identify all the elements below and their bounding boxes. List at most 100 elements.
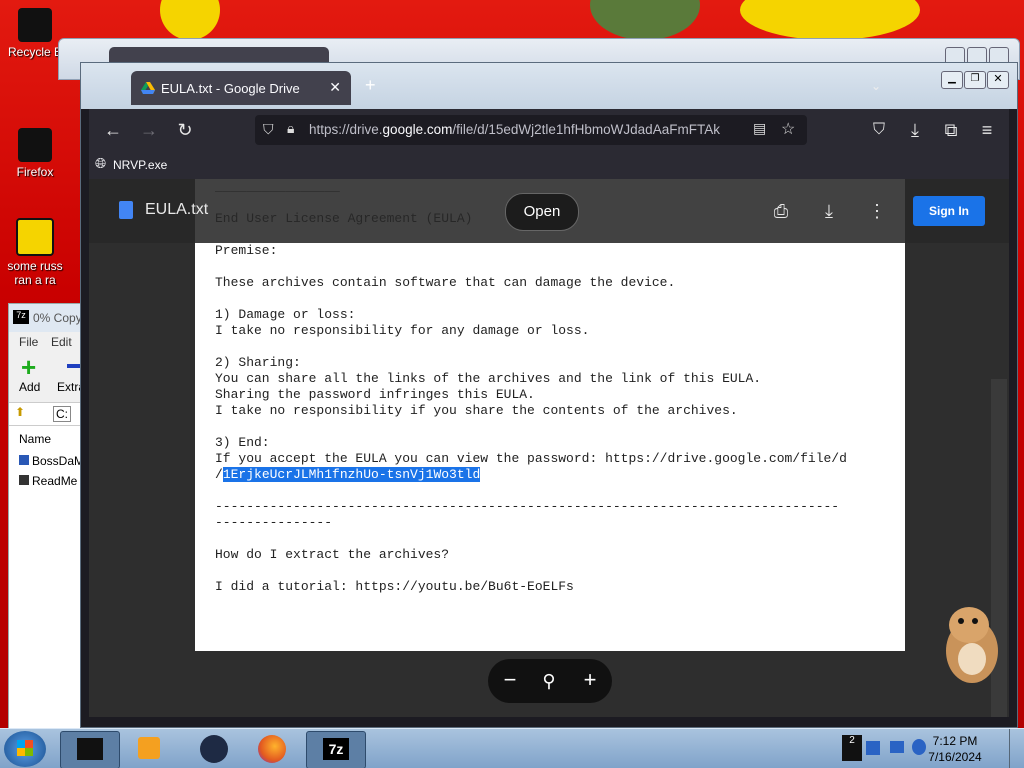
7zip-menubar: File Edit	[9, 332, 89, 352]
menu-edit[interactable]: Edit	[51, 335, 72, 349]
document-line: Premise:	[215, 243, 278, 258]
zoom-icon[interactable]: ⚲	[539, 668, 559, 694]
document-page: ________________ End User License Agreem…	[195, 179, 905, 651]
window-controls: ▁ ❐ ✕	[941, 71, 1011, 89]
show-desktop-button[interactable]	[1009, 729, 1024, 768]
doc-file-icon	[119, 201, 133, 219]
taskbar-item-app[interactable]	[184, 731, 242, 767]
firefox-icon	[258, 735, 286, 763]
new-tab-icon[interactable]: +	[365, 75, 376, 96]
reader-view-icon[interactable]: ▤	[753, 120, 766, 137]
document-line: 2) Sharing:	[215, 355, 301, 370]
document-line: How do I extract the archives?	[215, 547, 450, 562]
back-icon[interactable]: ←	[101, 118, 125, 142]
add-button[interactable]: Add	[19, 380, 40, 394]
document-line: ---------------	[215, 515, 333, 530]
desktop-icon-exe[interactable]: some russ ran a ra	[3, 218, 67, 287]
taskbar-item-7zip[interactable]: 7z	[306, 731, 366, 768]
document-line: I take no responsibility for any damage …	[215, 323, 590, 338]
document-line: I did a tutorial: https://youtu.be/Bu6t-…	[215, 579, 574, 594]
file-icon	[19, 455, 29, 465]
bookmarks-toolbar: 🌐︎ NRVP.exe	[89, 151, 1009, 179]
folder-up-icon[interactable]: ⬆	[15, 405, 25, 419]
taskbar-item-media[interactable]	[120, 731, 178, 767]
path-field[interactable]: C:	[53, 406, 71, 422]
tab-close-icon[interactable]: ✕	[329, 79, 341, 96]
start-button[interactable]	[4, 731, 46, 767]
lock-icon[interactable]: 🔒︎	[287, 120, 294, 137]
close-icon[interactable]: ✕	[987, 71, 1009, 89]
bookmark-item[interactable]: NRVP.exe	[113, 158, 167, 172]
7zip-toolbar: + Add Extra	[9, 352, 89, 400]
column-header-name[interactable]: Name	[19, 432, 51, 446]
list-item[interactable]: BossDaM	[19, 454, 84, 468]
url-bar[interactable]: ⛉ 🔒︎ https://drive.google.com/file/d/15e…	[255, 115, 807, 145]
system-tray: 2	[840, 735, 930, 763]
restore-icon[interactable]: ❐	[964, 71, 986, 89]
globe-icon: 🌐︎	[95, 155, 107, 171]
clock-time: 7:12 PM	[932, 734, 978, 748]
tab-title: EULA.txt - Google Drive	[161, 81, 300, 96]
7zip-window[interactable]: 7z 0% Copy File Edit + Add Extra ⬆ C: Na…	[8, 303, 90, 730]
menu-icon[interactable]: ≡	[975, 118, 999, 142]
hamster-image	[939, 599, 1001, 685]
bookmark-star-icon[interactable]: ☆	[781, 119, 795, 139]
extensions-icon[interactable]: ⧉	[939, 118, 963, 142]
taskbar: 7z 2 7:12 PM 7/16/2024	[0, 728, 1024, 768]
taskbar-item-firefox[interactable]	[244, 731, 302, 767]
open-button[interactable]: Open	[505, 193, 579, 231]
desktop-icon-firefox[interactable]: Firefox	[3, 128, 67, 179]
drive-file-viewer: ________________ End User License Agreem…	[89, 179, 1009, 717]
shield-icon[interactable]: ⛉	[263, 121, 274, 138]
browser-titlebar[interactable]: EULA.txt - Google Drive ✕ + ⌄ ▁ ❐ ✕	[81, 63, 1017, 109]
download-icon[interactable]: ⤓	[817, 199, 841, 223]
list-item[interactable]: ReadMe	[19, 474, 77, 488]
zoom-out-icon[interactable]: −	[500, 667, 520, 693]
pocket-icon[interactable]: ⛉	[867, 118, 891, 142]
document-line: ----------------------------------------…	[215, 499, 840, 514]
reload-icon[interactable]: ↻	[173, 118, 197, 142]
document-line: I take no responsibility if you share th…	[215, 403, 738, 418]
selected-text[interactable]: 1ErjkeUcrJLMh1fnzhUo-tsnVj1Wo3tld	[222, 467, 481, 482]
document-line: You can share all the links of the archi…	[215, 371, 762, 386]
forward-icon[interactable]: →	[137, 118, 161, 142]
print-icon[interactable]: ⎙	[769, 199, 793, 223]
firefox-icon	[18, 128, 52, 162]
tray-icon[interactable]	[866, 741, 880, 755]
more-options-icon[interactable]: ⋮	[865, 199, 889, 223]
document-line: These archives contain software that can…	[215, 275, 676, 290]
7zip-titlebar[interactable]: 7z 0% Copy	[9, 304, 89, 332]
navigation-toolbar: ← → ↻ ⛉ 🔒︎ https://drive.google.com/file…	[89, 109, 1009, 151]
taskbar-item-terminal[interactable]	[60, 731, 120, 768]
tray-notification-count[interactable]: 2	[842, 735, 862, 761]
7zip-title: 0% Copy	[33, 311, 82, 325]
terminal-icon	[77, 738, 103, 760]
zoom-controls: − ⚲ +	[488, 659, 612, 703]
google-drive-icon	[141, 81, 155, 95]
7zip-file-list: Name BossDaM ReadMe	[9, 426, 89, 729]
wallpaper-shape	[590, 0, 700, 40]
exe-file-icon	[16, 218, 54, 256]
file-name: EULA.txt	[145, 201, 209, 218]
tab-list-icon[interactable]: ⌄	[871, 79, 881, 93]
wallpaper-shape	[740, 0, 920, 40]
tab-eula[interactable]: EULA.txt - Google Drive ✕	[131, 71, 351, 105]
sign-in-button[interactable]: Sign In	[913, 196, 985, 226]
network-icon[interactable]	[890, 741, 904, 753]
zoom-in-icon[interactable]: +	[580, 667, 600, 693]
minimize-icon[interactable]: ▁	[941, 71, 963, 89]
downloads-icon[interactable]: ⤓	[903, 118, 927, 142]
app-icon	[200, 735, 228, 763]
wallpaper-shape	[160, 0, 220, 40]
menu-file[interactable]: File	[19, 335, 38, 349]
browser-window[interactable]: EULA.txt - Google Drive ✕ + ⌄ ▁ ❐ ✕ ← → …	[80, 62, 1018, 728]
document-line: If you accept the EULA you can view the …	[215, 451, 847, 466]
add-icon: +	[21, 352, 37, 382]
url-text: https://drive.google.com/file/d/15edWj2t…	[309, 122, 720, 137]
drive-viewer-header: EULA.txt Open ⎙ ⤓ ⋮ Sign In	[89, 179, 1009, 243]
recycle-bin-icon	[18, 8, 52, 42]
document-line: 3) End:	[215, 435, 270, 450]
clock[interactable]: 7:12 PM 7/16/2024	[920, 733, 990, 765]
clock-date: 7/16/2024	[928, 750, 982, 764]
7zip-address-bar[interactable]: ⬆ C:	[9, 402, 89, 426]
